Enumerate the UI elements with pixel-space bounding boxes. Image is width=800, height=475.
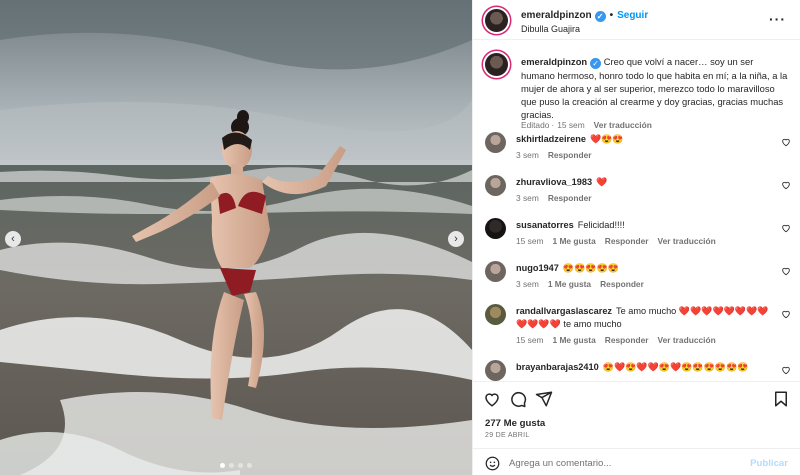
comment-time[interactable]: 15 sem: [516, 236, 543, 246]
commenter-avatar[interactable]: [485, 261, 506, 282]
comment-username[interactable]: brayanbarajas2410: [516, 362, 599, 372]
follow-button[interactable]: Seguir: [617, 10, 648, 21]
post-actions: 277 Me gusta 29 DE ABRIL Publicar: [473, 381, 800, 475]
comment-likes[interactable]: 1 Me gusta: [548, 279, 591, 289]
comment-body: brayanbarajas2410 😍❤️😍❤️❤️😍❤️😍😍😍😍😍😍: [516, 361, 778, 374]
comment-input[interactable]: [509, 454, 739, 472]
heart-icon[interactable]: [781, 266, 791, 276]
separator-dot: •: [609, 10, 614, 21]
see-translation-button[interactable]: Ver traducción: [594, 120, 652, 130]
comment-meta: 3 sem Responder: [516, 193, 601, 203]
dot-sep: ·: [551, 120, 555, 130]
comment-time[interactable]: 3 sem: [516, 150, 539, 160]
comment-emoji: ❤️: [596, 177, 608, 187]
reply-button[interactable]: Responder: [548, 150, 592, 160]
caption-avatar[interactable]: [485, 53, 508, 76]
comment-username[interactable]: skhirtladzeirene: [516, 134, 586, 144]
chevron-left-icon: ‹: [11, 232, 15, 245]
reply-button[interactable]: Responder: [605, 236, 649, 246]
author-username[interactable]: emeraldpinzon: [521, 10, 592, 21]
comment-emoji: 😍😍😍😍😍: [562, 263, 619, 273]
comment-username[interactable]: susanatorres: [516, 220, 574, 230]
share-icon[interactable]: [535, 390, 553, 408]
comment-body: nugo1947 😍😍😍😍😍: [516, 262, 778, 275]
comment-text: Felicidad!!!!: [577, 220, 625, 230]
comment-composer: Publicar: [473, 448, 800, 475]
comment-text: Te amo mucho: [616, 306, 677, 316]
carousel-dot: [238, 463, 243, 468]
comment-meta: 3 sem 1 Me gusta Responder: [516, 279, 653, 289]
comment-username[interactable]: zhuravliova_1983: [516, 177, 592, 187]
comment-time[interactable]: 3 sem: [516, 279, 539, 289]
carousel-dot: [220, 463, 225, 468]
edited-label: Editado: [521, 120, 550, 130]
caption-username[interactable]: emeraldpinzon: [521, 56, 587, 67]
comment-emoji: 😍❤️😍❤️❤️😍❤️😍😍😍😍😍😍: [602, 362, 749, 372]
commenter-avatar[interactable]: [485, 175, 506, 196]
comment-time[interactable]: 3 sem: [516, 193, 539, 203]
more-options-icon[interactable]: ···: [769, 11, 786, 27]
comment-username[interactable]: nugo1947: [516, 263, 559, 273]
comment-likes[interactable]: 1 Me gusta: [552, 335, 595, 345]
beach-photo: [0, 0, 472, 475]
chevron-right-icon: ›: [454, 232, 458, 245]
comment-icon[interactable]: [509, 390, 527, 408]
commenter-avatar[interactable]: [485, 218, 506, 239]
reply-button[interactable]: Responder: [548, 193, 592, 203]
comment-meta: 15 sem 1 Me gusta Responder Ver traducción: [516, 236, 725, 246]
comment-likes[interactable]: 1 Me gusta: [552, 236, 595, 246]
post-header: emeraldpinzon ✓ • Seguir Dibulla Guajira ··…: [473, 0, 800, 40]
carousel-dot: [229, 463, 234, 468]
reply-button[interactable]: Responder: [600, 279, 644, 289]
post-sidebar: emeraldpinzon ✓ • Seguir Dibulla Guajira ··…: [472, 0, 800, 475]
like-count[interactable]: 277 Me gusta: [485, 418, 545, 429]
comment-body: susanatorres Felicidad!!!!: [516, 219, 778, 232]
caption-body: emeraldpinzon ✓ Creo que volví a nacer… s…: [521, 55, 789, 121]
see-translation-button[interactable]: Ver traducción: [658, 236, 716, 246]
comment-username[interactable]: randallvargaslascarez: [516, 306, 612, 316]
carousel-dot: [247, 463, 252, 468]
comment-emoji: ❤️😍😍: [589, 134, 624, 144]
commenter-avatar[interactable]: [485, 132, 506, 153]
emoji-icon[interactable]: [485, 456, 500, 471]
comment-body: skhirtladzeirene ❤️😍😍: [516, 133, 778, 146]
publish-button[interactable]: Publicar: [750, 458, 788, 469]
reply-button[interactable]: Responder: [605, 335, 649, 345]
comment-time[interactable]: 15 sem: [516, 335, 543, 345]
heart-icon[interactable]: [781, 365, 791, 375]
post-photo[interactable]: ‹ ›: [0, 0, 472, 475]
next-slide-button[interactable]: ›: [448, 231, 464, 247]
comment-body: zhuravliova_1983 ❤️: [516, 176, 778, 189]
post-dialog: ‹ › emeraldpinzon ✓ • Seguir Dibulla Guajir…: [0, 0, 800, 475]
heart-icon[interactable]: [483, 390, 501, 408]
heart-icon[interactable]: [781, 180, 791, 190]
heart-icon[interactable]: [781, 309, 791, 319]
bookmark-icon[interactable]: [772, 390, 790, 408]
commenter-avatar[interactable]: [485, 304, 506, 325]
heart-icon[interactable]: [781, 223, 791, 233]
comment-meta: 15 sem 1 Me gusta Responder Ver traducción: [516, 335, 725, 345]
location-link[interactable]: Dibulla Guajira: [521, 24, 580, 34]
comments-list[interactable]: emeraldpinzon ✓ Creo que volví a nacer… s…: [473, 41, 800, 381]
verified-badge-icon: ✓: [594, 11, 606, 22]
author-avatar[interactable]: [485, 9, 508, 32]
caption-meta: Editado · 15 sem Ver traducción: [521, 120, 661, 130]
comment-meta: 3 sem Responder: [516, 150, 601, 160]
caption-time[interactable]: 15 sem: [557, 120, 584, 130]
author-line: emeraldpinzon ✓ • Seguir: [521, 10, 648, 22]
carousel-indicator: [0, 463, 472, 468]
comment-body: randallvargaslascarez Te amo mucho ❤️❤️❤️…: [516, 305, 778, 331]
verified-badge-icon: ✓: [590, 58, 602, 69]
see-translation-button[interactable]: Ver traducción: [658, 335, 716, 345]
prev-slide-button[interactable]: ‹: [5, 231, 21, 247]
commenter-avatar[interactable]: [485, 360, 506, 381]
heart-icon[interactable]: [781, 137, 791, 147]
comment-text: te amo mucho: [563, 319, 622, 329]
post-date: 29 DE ABRIL: [485, 432, 530, 439]
